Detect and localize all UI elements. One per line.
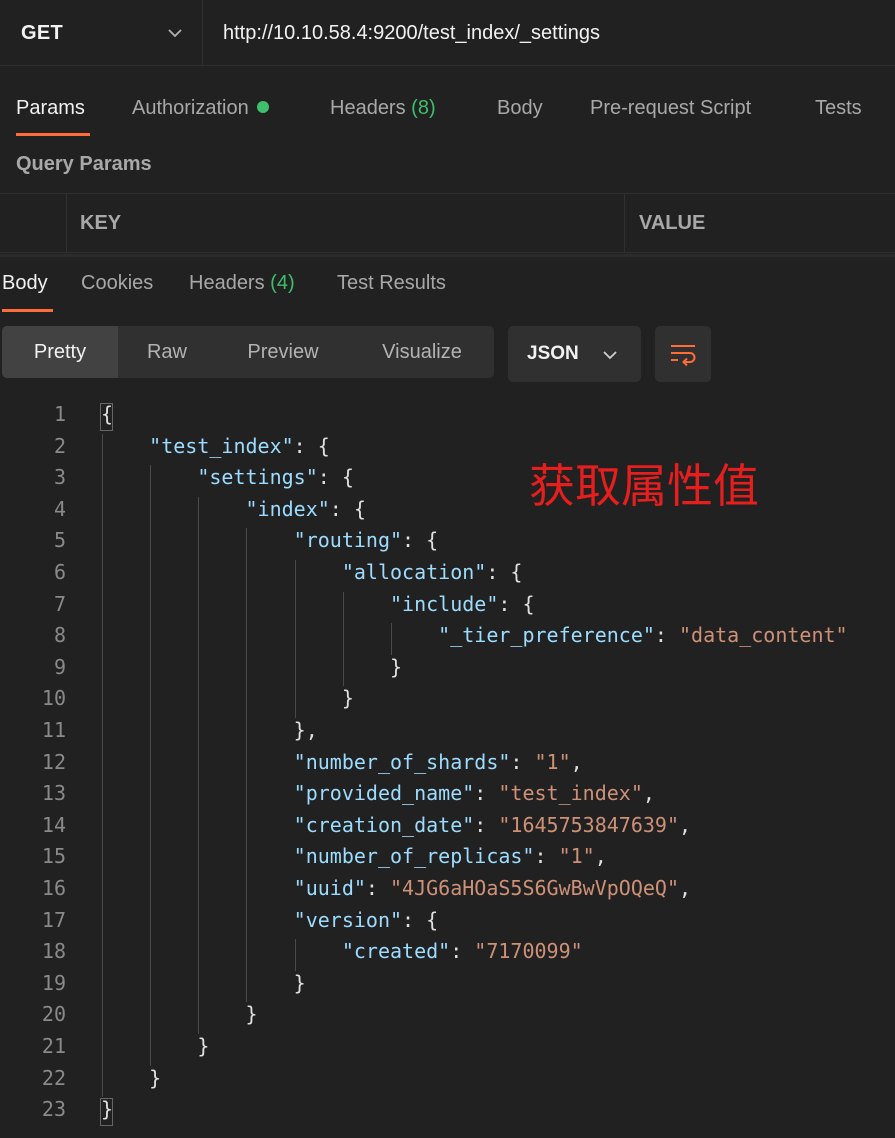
method-select[interactable]: GET [0,0,203,66]
tab-authorization-label: Authorization [132,97,249,119]
tab-authorization[interactable]: Authorization [132,97,269,120]
indent-guide [198,496,200,1034]
line-number: 9 [53,654,66,679]
format-select[interactable]: JSON [508,326,641,382]
wrap-lines-button[interactable] [655,326,711,382]
line-number: 17 [41,907,66,932]
tab-headers[interactable]: Headers (8) [330,97,436,120]
wrap-lines-icon [671,345,696,366]
line-number: 5 [53,528,66,553]
code-line: } [101,1034,210,1058]
response-tab-headers[interactable]: Headers (4) [189,272,295,295]
response-tab-body[interactable]: Body [2,272,48,295]
indent-guide [102,433,103,1098]
indent-guide [342,591,344,687]
view-mode-toggle: Pretty Raw Preview Visualize [2,326,494,378]
line-number: 10 [41,686,66,711]
code-line: "number_of_shards": "1", [293,749,583,774]
pane-resize-handle[interactable] [0,254,895,257]
line-number: 4 [53,496,66,521]
code-line: "test_index": { [149,433,330,458]
line-number: 11 [41,718,66,742]
line-number: 7 [53,591,66,616]
column-divider [624,194,625,252]
line-number: 16 [41,876,66,900]
line-number: 1 [53,402,66,426]
mode-visualize-button[interactable]: Visualize [350,326,494,378]
indent-guide [390,623,392,655]
response-tab-headers-label: Headers [189,272,265,294]
line-number: 15 [41,844,66,869]
response-tab-cookies[interactable]: Cookies [81,272,153,295]
indent-guide [294,560,296,718]
response-tab-headers-count: (4) [270,272,295,294]
code-line: "settings": { [197,465,354,490]
line-number: 2 [53,433,66,458]
value-column-header: VALUE [639,212,706,234]
response-tab-test-results[interactable]: Test Results [337,272,446,295]
code-line: "include": { [389,591,535,616]
code-line: "created": "7170099" [341,939,583,964]
tab-tests[interactable]: Tests [815,97,862,120]
tab-params[interactable]: Params [16,97,85,120]
code-line: "_tier_preference": "data_content" [438,623,848,648]
code-line: } [101,1002,258,1027]
code-line: }, [101,718,318,742]
code-line: "version": { [293,907,439,932]
code-line: } [101,1065,162,1090]
format-label: JSON [527,343,579,364]
code-line: } [101,686,354,711]
code-line: } [101,970,306,995]
line-number: 22 [41,1065,66,1090]
column-divider [66,194,67,252]
tab-headers-label: Headers [330,97,406,119]
tab-body[interactable]: Body [497,97,543,120]
mode-pretty-button[interactable]: Pretty [2,326,118,378]
mode-raw-button[interactable]: Raw [118,326,216,378]
indent-guide [294,939,296,971]
line-number: 14 [41,812,66,837]
code-line: "routing": { [293,528,439,553]
code-line: "allocation": { [341,560,523,584]
tab-pre-request-script[interactable]: Pre-request Script [590,97,751,120]
response-body-viewer[interactable]: 1{2 "test_index": {3 "settings": {4 "ind… [0,398,895,1138]
key-column-header: KEY [80,212,122,234]
code-line: "number_of_replicas": "1", [293,844,607,869]
indent-guide [150,465,152,1066]
annotation-text: 获取属性值 [529,459,759,513]
response-active-tab-indicator [2,309,53,312]
line-number: 21 [41,1034,66,1058]
chevron-down-icon [168,29,182,38]
line-number: 23 [41,1097,66,1122]
line-number: 18 [41,939,66,964]
auth-status-dot-icon [256,101,269,113]
line-number: 6 [53,560,66,584]
mode-preview-button[interactable]: Preview [216,326,350,378]
line-number: 3 [53,465,66,490]
query-params-title: Query Params [16,153,152,175]
request-tabs: Params Authorization Headers (8) Body Pr… [0,82,895,138]
line-number: 20 [41,1002,66,1027]
bracket-match-highlight [100,1098,113,1127]
bracket-match-highlight [100,403,113,431]
code-line: "provided_name": "test_index", [293,781,655,806]
line-number: 12 [41,749,66,774]
indent-guide [246,528,248,1003]
request-bar: GET http://10.10.58.4:9200/test_index/_s… [0,0,895,66]
query-params-table: KEY VALUE [0,193,895,253]
tab-headers-count: (8) [411,97,436,119]
code-line: "index": { [245,496,366,521]
url-input[interactable]: http://10.10.58.4:9200/test_index/_setti… [223,0,600,66]
code-line: } [101,654,403,679]
chevron-down-icon [603,351,617,360]
code-line: "uuid": "4JG6aHOaS5S6GwBwVpOQeQ", [293,876,692,900]
method-label: GET [21,21,64,44]
line-number: 19 [41,970,66,995]
active-tab-indicator [16,133,90,136]
line-number: 8 [53,623,66,648]
line-number: 13 [41,781,66,806]
code-line: "creation_date": "1645753847639", [293,812,692,837]
